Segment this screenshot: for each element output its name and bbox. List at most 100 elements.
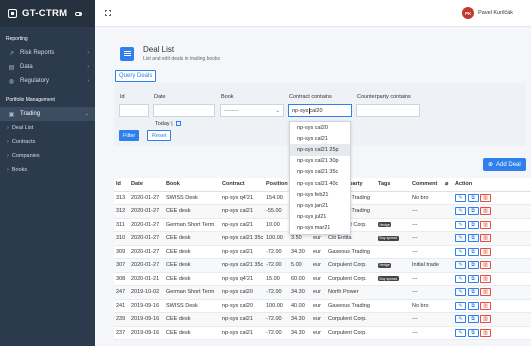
- trash-icon[interactable]: ▥: [480, 247, 491, 256]
- sidebar-item-trading[interactable]: ▣ Trading ⌄: [0, 107, 95, 121]
- cell-counterparty: Corpulent Corp.: [326, 258, 376, 273]
- trash-icon[interactable]: ▥: [480, 288, 491, 297]
- topbar: PK Pavel Kurilčák: [95, 0, 531, 27]
- copy-icon[interactable]: ⧉: [467, 193, 479, 202]
- copy-icon[interactable]: ⧉: [467, 220, 479, 229]
- cell-tags: [376, 299, 410, 313]
- trend-icon: ↗: [8, 50, 15, 57]
- copy-icon[interactable]: ⧉: [467, 288, 479, 297]
- suggestion-item[interactable]: np-sys mar21: [290, 223, 350, 234]
- logo-icon: [8, 9, 17, 18]
- id-input[interactable]: [119, 104, 149, 117]
- col-position[interactable]: Position: [264, 178, 289, 192]
- trash-icon[interactable]: ▥: [480, 301, 491, 310]
- edit-icon[interactable]: ✎: [455, 301, 466, 310]
- query-deals-tab[interactable]: Query Deals: [115, 70, 157, 82]
- copy-icon[interactable]: ⧉: [467, 261, 479, 270]
- table-row[interactable]: 237 2019-09-16 CEE desk np-sys cal21 -72.00 3…: [114, 326, 531, 340]
- edit-icon[interactable]: ✎: [455, 274, 466, 283]
- table-row[interactable]: 241 2019-09-16 SWISS Desk np-sys cal20 100.0…: [114, 299, 531, 313]
- suggestion-item[interactable]: np-sys cal21 30p: [290, 156, 350, 167]
- calendar-icon[interactable]: [176, 121, 181, 126]
- sidebar-subitem-deal-list[interactable]: › Deal List: [0, 121, 95, 135]
- table-row[interactable]: 239 2019-09-16 CEE desk np-sys cal21 -72.00 3…: [114, 312, 531, 327]
- edit-icon[interactable]: ✎: [455, 220, 466, 229]
- copy-icon[interactable]: ⧉: [467, 274, 479, 283]
- trash-icon[interactable]: ▥: [480, 315, 491, 324]
- copy-icon[interactable]: ⧉: [467, 315, 479, 324]
- sidebar-toggle-icon[interactable]: [75, 11, 83, 16]
- table-row[interactable]: 247 2019-10-02 German Short Term np-sys cal…: [114, 285, 531, 300]
- cell-contract: np-sys q4'21: [220, 191, 264, 205]
- suggestion-item[interactable]: np-sys cal21 40c: [290, 178, 350, 189]
- col-tags[interactable]: Tags: [376, 178, 410, 192]
- edit-icon[interactable]: ✎: [455, 288, 466, 297]
- table-row[interactable]: 309 2020-01-27 CEE desk np-sys cal21 -72.00 3…: [114, 245, 531, 259]
- trash-icon[interactable]: ▥: [480, 261, 491, 270]
- cell-tags: Hedge: [376, 218, 410, 232]
- suggestion-item[interactable]: np-sys cal21 25p: [290, 144, 350, 156]
- today-link[interactable]: Today |: [155, 121, 173, 127]
- cell-comment: Initial trade: [410, 258, 443, 273]
- edit-icon[interactable]: ✎: [455, 261, 466, 270]
- col-contract[interactable]: Contract: [220, 178, 264, 192]
- trash-icon[interactable]: ▥: [480, 220, 491, 229]
- edit-icon[interactable]: ✎: [455, 234, 466, 243]
- trash-icon[interactable]: ▥: [480, 207, 491, 216]
- sidebar-subitem-label: Deal List: [11, 125, 34, 131]
- suggestion-item[interactable]: np-sys feb21: [290, 189, 350, 200]
- sidebar-subitem-companies[interactable]: › Companies: [0, 149, 95, 163]
- add-deal-button[interactable]: ⊕ Add Deal: [483, 158, 526, 171]
- edit-icon[interactable]: ✎: [455, 315, 466, 324]
- copy-icon[interactable]: ⧉: [467, 234, 479, 243]
- copy-icon[interactable]: ⧉: [467, 247, 479, 256]
- sidebar-subitem-books[interactable]: › Books: [0, 163, 95, 177]
- counterparty-input[interactable]: [356, 104, 420, 117]
- date-input[interactable]: [153, 104, 215, 117]
- fullscreen-icon[interactable]: [105, 10, 111, 16]
- cell-currency: eur: [311, 299, 326, 313]
- edit-icon[interactable]: ✎: [455, 193, 466, 202]
- suggestion-item[interactable]: np-sys cal21 35c: [290, 167, 350, 178]
- col-comment[interactable]: Comment: [410, 178, 443, 192]
- table-row[interactable]: 308 2020-01-21 CEE desk np-sys q4'21 15.00 60…: [114, 272, 531, 286]
- cell-date: 2020-01-21: [129, 272, 164, 286]
- cell-comment: No bro: [410, 299, 443, 313]
- user-menu[interactable]: PK Pavel Kurilčák: [462, 7, 513, 19]
- suggestion-item[interactable]: np-sys jul21: [290, 212, 350, 223]
- copy-icon[interactable]: ⧉: [467, 328, 479, 337]
- edit-icon[interactable]: ✎: [455, 207, 466, 216]
- sidebar-item-regulatory[interactable]: ◍ Regulatory ›: [0, 74, 95, 88]
- edit-icon[interactable]: ✎: [455, 247, 466, 256]
- suggestion-item[interactable]: np-sys cal20: [290, 122, 350, 133]
- list-icon: [120, 46, 134, 61]
- table-row[interactable]: 307 2020-01-27 CEE desk np-sys cal21 35c -72…: [114, 258, 531, 273]
- user-name: Pavel Kurilčák: [478, 10, 513, 16]
- trash-icon[interactable]: ▥: [480, 328, 491, 337]
- trash-icon[interactable]: ▥: [480, 234, 491, 243]
- copy-icon[interactable]: ⧉: [467, 207, 479, 216]
- trash-icon[interactable]: ▥: [480, 193, 491, 202]
- sidebar-item-risk-reports[interactable]: ↗ Risk Reports ›: [0, 46, 95, 60]
- suggestion-item[interactable]: np-sys cal21: [290, 133, 350, 144]
- section-reporting: Reporting: [6, 36, 28, 42]
- sidebar-item-data[interactable]: ▤ Data ›: [0, 60, 95, 74]
- tag-badge: Hedge: [378, 262, 392, 268]
- edit-icon[interactable]: ✎: [455, 328, 466, 337]
- suggestion-item[interactable]: np-sys jan21: [290, 200, 350, 211]
- counterparty-label: Counterparty contains: [357, 94, 411, 100]
- book-select[interactable]: -------- ⌄: [220, 104, 284, 117]
- section-portfolio: Portfolio Management: [6, 97, 55, 103]
- col-date[interactable]: Date: [129, 178, 164, 192]
- copy-icon[interactable]: ⧉: [467, 301, 479, 310]
- cell-actions: ✎ ⧉ ▥: [453, 204, 531, 219]
- contract-input[interactable]: np-sys cal20: [288, 104, 352, 117]
- trash-icon[interactable]: ▥: [480, 274, 491, 283]
- filter-button[interactable]: Filter: [119, 130, 140, 141]
- col-id[interactable]: Id: [114, 178, 129, 192]
- chevron-right-icon: ›: [7, 139, 9, 145]
- cell-position: 100.00: [264, 231, 289, 246]
- sidebar-subitem-contracts[interactable]: › Contracts: [0, 135, 95, 149]
- reset-button[interactable]: Reset: [147, 130, 172, 141]
- col-book[interactable]: Book: [164, 178, 220, 192]
